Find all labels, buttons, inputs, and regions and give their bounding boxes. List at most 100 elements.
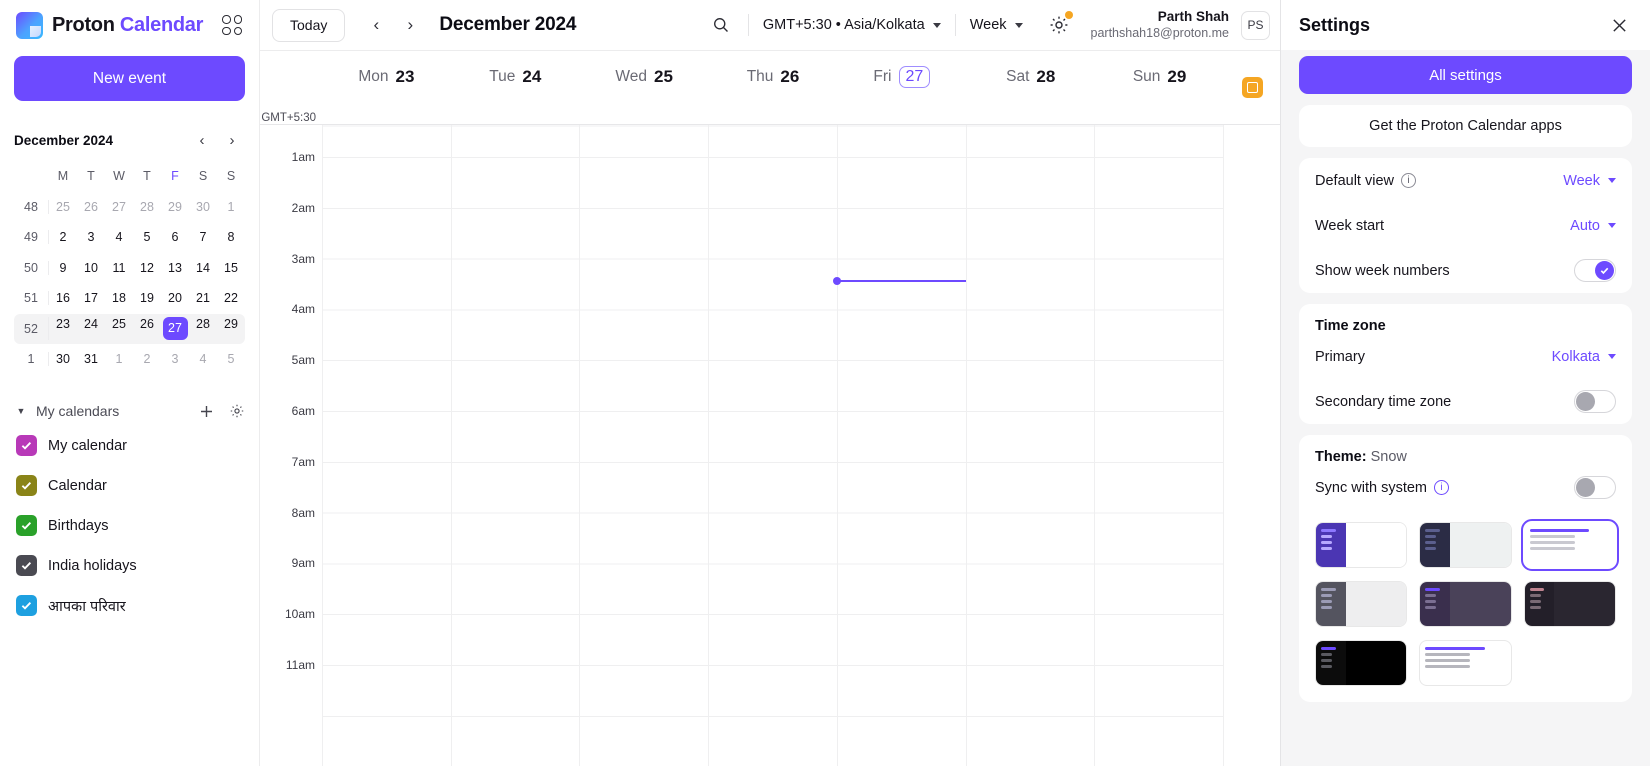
day-header-sun[interactable]: Sun 29 xyxy=(1095,66,1224,88)
mini-calendar-day[interactable]: 3 xyxy=(77,230,105,244)
mini-calendar-day[interactable]: 19 xyxy=(133,291,161,305)
view-selector[interactable]: Week xyxy=(966,17,1027,33)
plus-icon[interactable] xyxy=(198,403,215,420)
mini-calendar-day[interactable]: 1 xyxy=(105,352,133,366)
mini-calendar-day[interactable]: 5 xyxy=(133,230,161,244)
calendar-list-item[interactable]: Birthdays xyxy=(14,506,245,546)
next-period-icon[interactable]: › xyxy=(393,8,427,42)
mini-calendar-day[interactable]: 27 xyxy=(105,200,133,214)
calendar-checkbox[interactable] xyxy=(16,595,37,616)
mini-calendar-day[interactable]: 8 xyxy=(217,230,245,244)
day-column-mon[interactable] xyxy=(322,125,452,766)
timezone-selector[interactable]: GMT+5:30 • Asia/Kolkata xyxy=(759,17,945,33)
mini-calendar-day[interactable]: 5 xyxy=(217,352,245,366)
mini-calendar-day[interactable]: 22 xyxy=(217,291,245,305)
mini-calendar-day[interactable]: 28 xyxy=(133,200,161,214)
primary-timezone-selector[interactable]: Kolkata xyxy=(1552,349,1616,365)
calendar-list-item[interactable]: आपका परिवार xyxy=(14,586,245,626)
mini-calendar-day[interactable]: 2 xyxy=(49,230,77,244)
mini-calendar-prev-icon[interactable]: ‹ xyxy=(191,129,213,151)
previous-period-icon[interactable]: ‹ xyxy=(359,8,393,42)
calendar-list-item[interactable]: India holidays xyxy=(14,546,245,586)
calendar-checkbox[interactable] xyxy=(16,555,37,576)
mini-calendar-day[interactable]: 27 xyxy=(161,317,189,341)
theme-swatch[interactable] xyxy=(1419,522,1512,568)
mini-calendar-day[interactable]: 4 xyxy=(105,230,133,244)
day-column-sat[interactable] xyxy=(967,125,1096,766)
mini-calendar-day[interactable]: 25 xyxy=(105,317,133,340)
mini-calendar-week-row[interactable]: 50 9 10 11 12 13 14 15 xyxy=(14,253,245,284)
calendar-list-item[interactable]: My calendar xyxy=(14,426,245,466)
mini-calendar-day[interactable]: 14 xyxy=(189,261,217,275)
theme-swatch[interactable] xyxy=(1523,581,1616,627)
mini-calendar-week-row[interactable]: 52 23 24 25 26 27 28 29 xyxy=(14,313,245,344)
calendar-checkbox[interactable] xyxy=(16,475,37,496)
mini-calendar-day[interactable]: 30 xyxy=(189,200,217,214)
settings-gear-icon[interactable] xyxy=(1041,7,1077,43)
mini-calendar-day[interactable]: 29 xyxy=(161,200,189,214)
mini-calendar-day[interactable]: 20 xyxy=(161,291,189,305)
theme-swatch[interactable] xyxy=(1315,522,1408,568)
mini-calendar-day[interactable]: 23 xyxy=(49,317,77,340)
theme-swatch[interactable] xyxy=(1315,581,1408,627)
mini-calendar-week-row[interactable]: 51 16 17 18 19 20 21 22 xyxy=(14,283,245,314)
day-header-sat[interactable]: Sat 28 xyxy=(966,66,1095,88)
search-icon[interactable] xyxy=(704,8,738,42)
mini-calendar-day[interactable]: 15 xyxy=(217,261,245,275)
mini-calendar-day[interactable]: 11 xyxy=(105,261,133,275)
day-header-thu[interactable]: Thu 26 xyxy=(709,66,838,88)
mini-calendar-day[interactable]: 28 xyxy=(189,317,217,340)
today-button[interactable]: Today xyxy=(272,8,346,42)
mini-calendar-day[interactable]: 21 xyxy=(189,291,217,305)
day-header-fri[interactable]: Fri 27 xyxy=(837,66,966,88)
mini-calendar-week-row[interactable]: 48 25 26 27 28 29 30 1 xyxy=(14,192,245,223)
info-icon[interactable]: i xyxy=(1400,173,1416,188)
mini-calendar-day[interactable]: 7 xyxy=(189,230,217,244)
mini-calendar-day[interactable]: 17 xyxy=(77,291,105,305)
day-column-thu[interactable] xyxy=(709,125,838,766)
theme-swatch[interactable] xyxy=(1520,519,1620,571)
day-column-sun[interactable] xyxy=(1095,125,1225,766)
calendar-list-item[interactable]: Calendar xyxy=(14,466,245,506)
mini-calendar-day[interactable]: 10 xyxy=(77,261,105,275)
mini-calendar-day[interactable]: 13 xyxy=(161,261,189,275)
day-column-fri[interactable] xyxy=(838,125,967,766)
all-settings-button[interactable]: All settings xyxy=(1299,56,1632,94)
mini-calendar-day[interactable]: 2 xyxy=(133,352,161,366)
show-week-numbers-toggle[interactable] xyxy=(1574,259,1616,282)
mini-calendar-day[interactable]: 26 xyxy=(77,200,105,214)
theme-swatch[interactable] xyxy=(1419,581,1512,627)
calendar-widget-icon[interactable] xyxy=(1241,76,1263,98)
mini-calendar-day[interactable]: 6 xyxy=(161,230,189,244)
apps-grid-icon[interactable] xyxy=(219,12,245,38)
mini-calendar-week-row[interactable]: 1 30 31 1 2 3 4 5 xyxy=(14,344,245,375)
sync-with-system-toggle[interactable] xyxy=(1574,476,1616,499)
mini-calendar-day[interactable]: 16 xyxy=(49,291,77,305)
avatar[interactable]: PS xyxy=(1241,10,1270,40)
get-apps-button[interactable]: Get the Proton Calendar apps xyxy=(1299,105,1632,147)
calendar-checkbox[interactable] xyxy=(16,515,37,536)
caret-down-icon[interactable]: ▼ xyxy=(14,406,28,416)
calendar-checkbox[interactable] xyxy=(16,435,37,456)
mini-calendar-day[interactable]: 31 xyxy=(77,352,105,366)
mini-calendar-day[interactable]: 25 xyxy=(49,200,77,214)
mini-calendar-week-row[interactable]: 49 2 3 4 5 6 7 8 xyxy=(14,222,245,253)
mini-calendar-day[interactable]: 24 xyxy=(77,317,105,340)
mini-calendar-day[interactable]: 12 xyxy=(133,261,161,275)
mini-calendar-next-icon[interactable]: › xyxy=(221,129,243,151)
secondary-timezone-toggle[interactable] xyxy=(1574,390,1616,413)
mini-calendar-day[interactable]: 4 xyxy=(189,352,217,366)
mini-calendar-day[interactable]: 18 xyxy=(105,291,133,305)
theme-swatch[interactable] xyxy=(1419,640,1512,686)
mini-calendar-day[interactable]: 3 xyxy=(161,352,189,366)
mini-calendar-day[interactable]: 9 xyxy=(49,261,77,275)
time-grid[interactable]: 1am 2am 3am 4am 5am 6am 7am 8am 9am 10am 11am xyxy=(260,125,1280,766)
mini-calendar-day[interactable]: 30 xyxy=(49,352,77,366)
day-column-tue[interactable] xyxy=(452,125,581,766)
mini-calendar-day[interactable]: 29 xyxy=(217,317,245,340)
gear-icon[interactable] xyxy=(229,403,245,419)
day-header-tue[interactable]: Tue 24 xyxy=(451,66,580,88)
info-icon[interactable]: i xyxy=(1434,480,1449,495)
theme-swatch[interactable] xyxy=(1315,640,1408,686)
day-header-mon[interactable]: Mon 23 xyxy=(322,66,451,88)
